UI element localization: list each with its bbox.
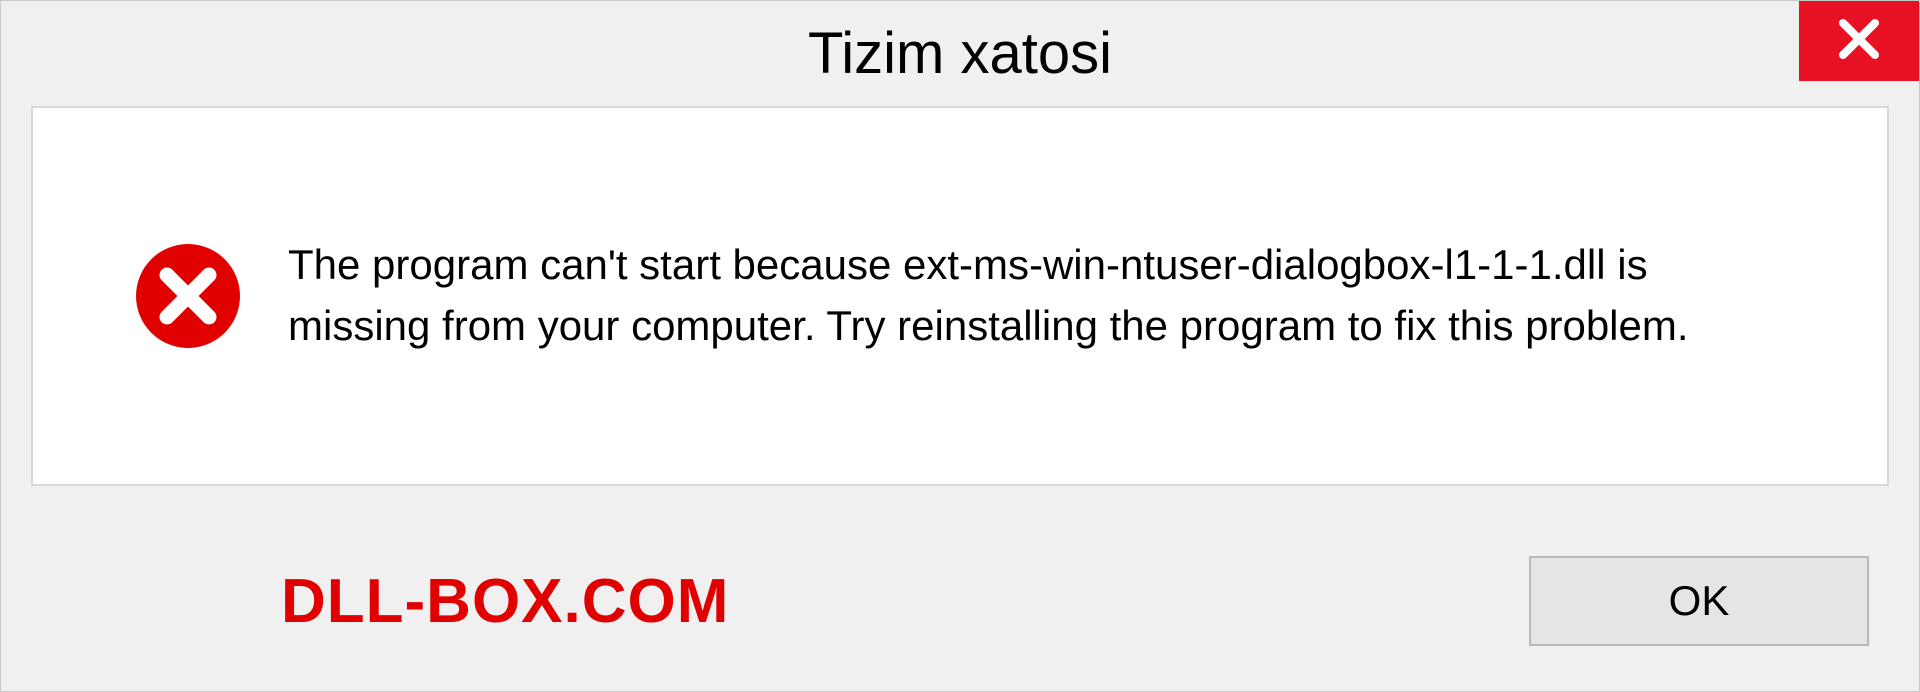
- footer: DLL-BOX.COM OK: [1, 511, 1919, 691]
- error-message: The program can't start because ext-ms-w…: [288, 235, 1787, 357]
- dialog-title: Tizim xatosi: [808, 20, 1112, 87]
- watermark-text: DLL-BOX.COM: [281, 566, 729, 637]
- message-panel: The program can't start because ext-ms-w…: [31, 106, 1889, 486]
- ok-button[interactable]: OK: [1529, 556, 1869, 646]
- close-icon: [1837, 17, 1881, 66]
- close-button[interactable]: [1799, 1, 1919, 81]
- error-icon: [133, 241, 243, 351]
- titlebar: Tizim xatosi: [1, 1, 1919, 106]
